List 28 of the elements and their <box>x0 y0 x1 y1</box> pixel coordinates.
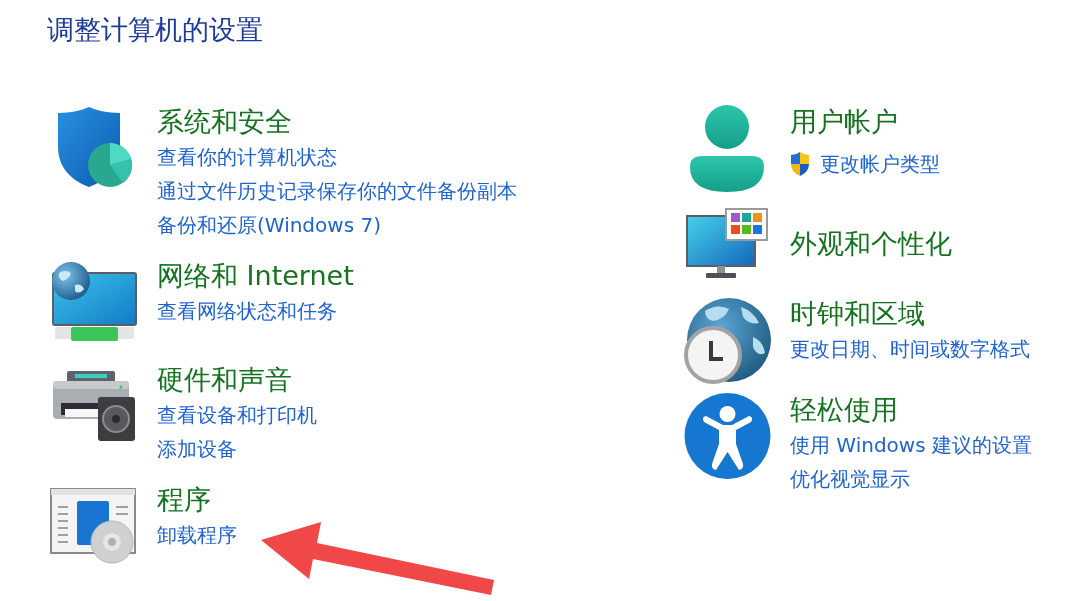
page-title: 调整计算机的设置 <box>47 13 263 47</box>
program-window-disc-icon <box>50 488 138 564</box>
category-link[interactable]: 外观和个性化 <box>790 226 952 262</box>
shield-icon <box>55 107 133 189</box>
task-link[interactable]: 查看网络状态和任务 <box>157 294 337 328</box>
task-link[interactable]: 添加设备 <box>157 432 237 466</box>
globe-clock-icon <box>683 296 771 384</box>
user-icon <box>690 104 764 192</box>
printer-speaker-icon <box>53 371 135 441</box>
monitor-palette-icon <box>686 208 768 280</box>
category-link[interactable]: 硬件和声音 <box>157 362 292 398</box>
task-link[interactable]: 卸载程序 <box>157 518 237 552</box>
task-link[interactable]: 备份和还原(Windows 7) <box>157 208 381 242</box>
task-link[interactable]: 更改帐户类型 <box>820 147 940 181</box>
category-link[interactable]: 程序 <box>157 482 211 518</box>
category-link[interactable]: 用户帐户 <box>790 104 898 140</box>
accessibility-icon <box>683 392 771 480</box>
category-link[interactable]: 时钟和区域 <box>790 296 925 332</box>
category-link[interactable]: 轻松使用 <box>790 392 898 428</box>
task-link[interactable]: 优化视觉显示 <box>790 462 910 496</box>
task-link[interactable]: 更改日期、时间或数字格式 <box>790 332 1030 366</box>
task-link[interactable]: 使用 Windows 建议的设置 <box>790 428 1032 462</box>
category-link[interactable]: 网络和 Internet <box>157 258 354 294</box>
task-link[interactable]: 查看你的计算机状态 <box>157 140 337 174</box>
category-link[interactable]: 系统和安全 <box>157 104 292 140</box>
network-monitor-icon <box>50 261 138 343</box>
task-link[interactable]: 通过文件历史记录保存你的文件备份副本 <box>157 174 517 208</box>
task-link[interactable]: 查看设备和打印机 <box>157 398 317 432</box>
